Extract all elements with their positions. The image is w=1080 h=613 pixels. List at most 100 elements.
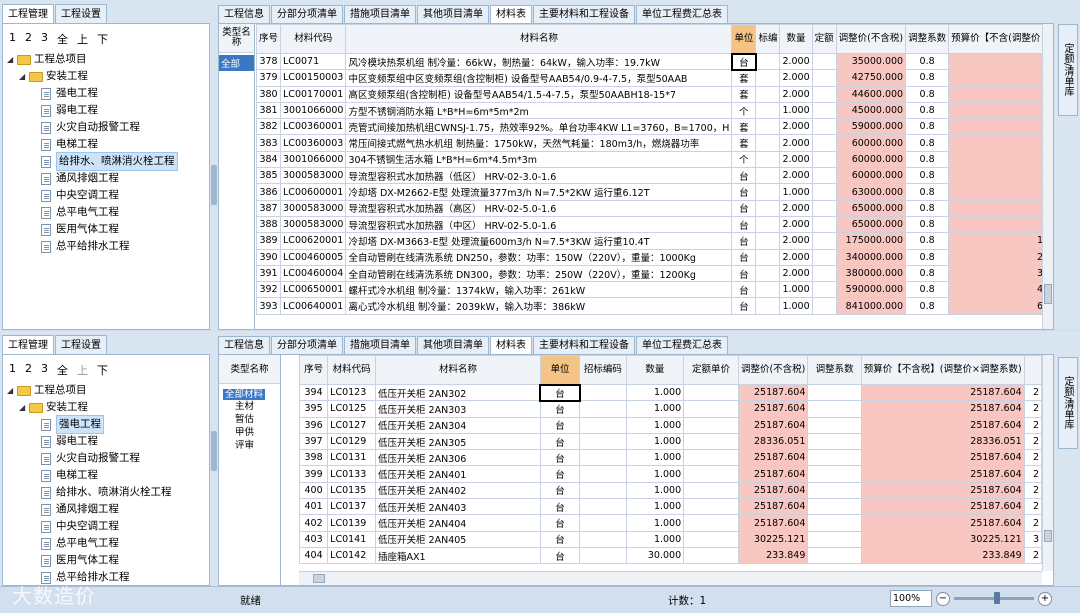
table-cell[interactable]: 233.849 — [737, 546, 809, 565]
table-cell[interactable]: 3001066000 — [280, 150, 347, 169]
table-cell[interactable]: 冷却塔 DX-M2662-E型 处理流量377m3/h N=7.5*2KW 运行… — [345, 183, 733, 201]
column-header[interactable]: 序号 — [256, 24, 282, 54]
table-cell[interactable]: 台 — [731, 215, 757, 234]
table-cell[interactable] — [683, 481, 739, 500]
table-cell[interactable] — [755, 167, 781, 185]
table-cell[interactable]: 25187.604 — [737, 465, 809, 483]
table-row[interactable]: 395 LC0125 低压开关柜 2AN303 台 1.000 25187.604 2518… — [299, 400, 1042, 418]
table-cell[interactable]: 台 — [539, 530, 581, 548]
zoom-in-button[interactable]: + — [1038, 591, 1052, 606]
expand-icon[interactable]: ◢ — [7, 382, 17, 399]
expand-icon[interactable]: ◢ — [7, 51, 17, 68]
table-cell[interactable]: 1.000 — [625, 416, 685, 434]
tree-node[interactable]: 电梯工程 — [7, 136, 207, 153]
horizontal-scrollbar[interactable] — [299, 571, 1042, 585]
table-cell[interactable]: 台 — [731, 248, 757, 266]
table-cell[interactable]: 1.000 — [625, 432, 685, 451]
table-cell[interactable]: LC00170001 — [280, 85, 347, 103]
table-cell[interactable]: 5040 — [948, 183, 1042, 201]
table-cell[interactable]: 388 — [256, 215, 282, 234]
table-row[interactable]: 390 LC00460005 全自动管刷在线清洗系统 DN250，参数：功率：150… — [256, 248, 1042, 266]
table-cell[interactable] — [811, 52, 837, 71]
type-item-estimate[interactable]: 暂估 — [219, 413, 280, 426]
table-row[interactable]: 398 LC0131 低压开关柜 2AN306 台 1.000 25187.604 2518… — [299, 449, 1042, 467]
table-cell[interactable]: LC0127 — [327, 416, 377, 434]
table-cell[interactable] — [683, 416, 739, 434]
table-cell[interactable] — [811, 199, 837, 217]
table-cell[interactable]: 396 — [299, 416, 329, 434]
table-cell[interactable]: 0.8 — [905, 248, 950, 266]
table-row[interactable]: 402 LC0139 低压开关柜 2AN404 台 1.000 25187.604 2518… — [299, 514, 1042, 532]
table-cell[interactable]: 65000.000 — [835, 199, 907, 217]
table-cell[interactable]: 2 — [1023, 498, 1042, 516]
column-header[interactable]: 招标编码 — [579, 355, 627, 385]
tab-project-settings[interactable]: 工程设置 — [55, 335, 107, 354]
zoom-slider[interactable] — [954, 592, 1034, 604]
table-cell[interactable]: 台 — [539, 465, 581, 483]
table-cell[interactable]: 14000 — [948, 232, 1042, 250]
table-cell[interactable]: 63000.000 — [835, 183, 907, 201]
table-cell[interactable] — [811, 248, 837, 266]
table-cell[interactable] — [579, 514, 627, 532]
table-cell[interactable]: 2.000 — [779, 118, 813, 136]
table-cell[interactable]: 5200 — [948, 199, 1042, 217]
table-cell[interactable]: LC0071 — [280, 52, 347, 71]
tree-node[interactable]: 中央空调工程 — [7, 187, 207, 204]
table-cell[interactable] — [811, 167, 837, 185]
table-cell[interactable]: LC00600001 — [280, 183, 347, 201]
table-cell[interactable]: 0.8 — [905, 150, 950, 169]
tree-node[interactable]: 电梯工程 — [7, 467, 207, 484]
table-cell[interactable]: 3 — [1023, 530, 1042, 548]
table-cell[interactable]: LC0131 — [327, 449, 377, 467]
table-cell[interactable]: 低压开关柜 2AN402 — [375, 481, 541, 500]
table-row[interactable]: 379 LC00150003 中区变频泵组中区变频泵组(含控制柜) 设备型号AAB5… — [256, 69, 1042, 87]
table-cell[interactable]: 2 — [1023, 514, 1042, 532]
table-cell[interactable]: 1.000 — [625, 383, 685, 402]
content-tab[interactable]: 材料表 — [490, 336, 532, 354]
table-cell[interactable]: 590000.000 — [835, 281, 907, 299]
table-cell[interactable] — [755, 248, 781, 266]
tree-node[interactable]: 通风排烟工程 — [7, 501, 207, 518]
table-cell[interactable]: 2 — [1023, 465, 1042, 483]
table-cell[interactable] — [755, 215, 781, 234]
table-cell[interactable]: LC0133 — [327, 465, 377, 483]
table-cell[interactable]: 套 — [731, 85, 757, 103]
tree-node[interactable]: 医用气体工程 — [7, 221, 207, 238]
table-cell[interactable]: 全自动管刷在线清洗系统 DN300，参数：功率：250W（220V），重量：12… — [345, 264, 733, 283]
table-cell[interactable]: LC00650001 — [280, 281, 347, 299]
table-row[interactable]: 386 LC00600001 冷却塔 DX-M2662-E型 处理流量377m3/h… — [256, 183, 1042, 201]
table-row[interactable]: 393 LC00640001 离心式冷水机组 制冷量：2039kW，输入功率：386… — [256, 297, 1042, 315]
table-cell[interactable]: 3420 — [948, 69, 1042, 87]
table-cell[interactable]: 401 — [299, 498, 329, 516]
table-cell[interactable]: 841000.000 — [835, 297, 907, 315]
table-cell[interactable]: 1.000 — [625, 400, 685, 418]
expand-all-button[interactable]: 全 — [57, 362, 68, 378]
table-cell[interactable]: 螺杆式冷水机组 制冷量：1374kW，输入功率：261kW — [345, 281, 733, 299]
table-cell[interactable]: 2.000 — [779, 248, 813, 266]
table-cell[interactable]: 台 — [539, 546, 581, 565]
tree-node[interactable]: 弱电工程 — [7, 433, 207, 450]
table-cell[interactable] — [807, 481, 862, 500]
table-cell[interactable]: 0.8 — [905, 264, 950, 283]
table-cell[interactable]: 3600 — [948, 101, 1042, 120]
table-cell[interactable] — [579, 481, 627, 500]
table-cell[interactable]: 25187.604 — [737, 416, 809, 434]
table-cell[interactable]: 2 — [1023, 432, 1042, 451]
table-cell[interactable] — [683, 465, 739, 483]
table-cell[interactable]: 397 — [299, 432, 329, 451]
table-cell[interactable]: 台 — [731, 281, 757, 299]
table-cell[interactable]: 导流型容积式水加热器（中区） HRV-02-5.0-1.6 — [345, 215, 733, 234]
tree-node[interactable]: 强电工程 — [7, 85, 207, 102]
table-cell[interactable]: 1.000 — [779, 297, 813, 315]
table-cell[interactable]: 386 — [256, 183, 282, 201]
table-cell[interactable]: 0.8 — [905, 52, 950, 71]
table-cell[interactable]: 台 — [539, 481, 581, 500]
table-cell[interactable]: 25187.604 — [737, 514, 809, 532]
table-cell[interactable] — [579, 465, 627, 483]
table-cell[interactable] — [755, 101, 781, 120]
table-cell[interactable]: LC0141 — [327, 530, 377, 548]
table-cell[interactable]: LC00620001 — [280, 232, 347, 250]
level-1-button[interactable]: 1 — [9, 362, 16, 378]
table-cell[interactable] — [807, 383, 862, 402]
content-tab[interactable]: 措施项目清单 — [344, 5, 416, 23]
